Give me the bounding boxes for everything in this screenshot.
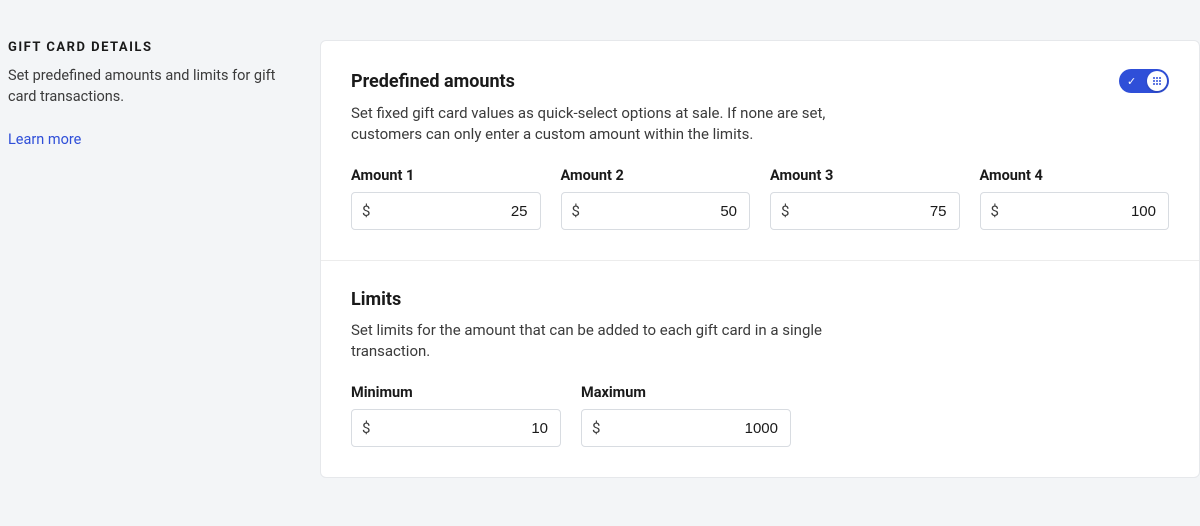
amount-4-input[interactable] — [980, 192, 1170, 230]
amount-3-label: Amount 3 — [770, 167, 960, 184]
amount-2-field: Amount 2 $ — [561, 167, 751, 230]
amount-3-input[interactable] — [770, 192, 960, 230]
predefined-amounts-title: Predefined amounts — [351, 71, 515, 92]
maximum-label: Maximum — [581, 384, 791, 401]
amount-2-label: Amount 2 — [561, 167, 751, 184]
minimum-input[interactable] — [351, 409, 561, 447]
grip-icon — [1151, 75, 1163, 87]
amount-1-input[interactable] — [351, 192, 541, 230]
settings-card: Predefined amounts ✓ Set fixed gift card… — [320, 40, 1200, 478]
minimum-field: Minimum $ — [351, 384, 561, 447]
predefined-amounts-section: Predefined amounts ✓ Set fixed gift card… — [321, 41, 1199, 260]
maximum-input[interactable] — [581, 409, 791, 447]
amount-4-field: Amount 4 $ — [980, 167, 1170, 230]
minimum-label: Minimum — [351, 384, 561, 401]
limits-row: Minimum $ Maximum $ — [351, 384, 1169, 447]
check-icon: ✓ — [1127, 76, 1136, 87]
limits-description: Set limits for the amount that can be ad… — [351, 320, 891, 362]
sidebar: GIFT CARD DETAILS Set predefined amounts… — [8, 40, 296, 148]
amount-4-label: Amount 4 — [980, 167, 1170, 184]
limits-title: Limits — [351, 289, 1169, 310]
predefined-amounts-description: Set fixed gift card values as quick-sele… — [351, 103, 891, 145]
amount-1-label: Amount 1 — [351, 167, 541, 184]
limits-section: Limits Set limits for the amount that ca… — [321, 260, 1199, 477]
amount-3-field: Amount 3 $ — [770, 167, 960, 230]
amount-2-input[interactable] — [561, 192, 751, 230]
maximum-field: Maximum $ — [581, 384, 791, 447]
amount-1-field: Amount 1 $ — [351, 167, 541, 230]
learn-more-link[interactable]: Learn more — [8, 131, 81, 148]
sidebar-heading: GIFT CARD DETAILS — [8, 40, 296, 55]
sidebar-description: Set predefined amounts and limits for gi… — [8, 65, 296, 107]
toggle-knob — [1147, 71, 1167, 91]
amounts-row: Amount 1 $ Amount 2 $ Amount 3 — [351, 167, 1169, 230]
predefined-amounts-toggle[interactable]: ✓ — [1119, 69, 1169, 93]
